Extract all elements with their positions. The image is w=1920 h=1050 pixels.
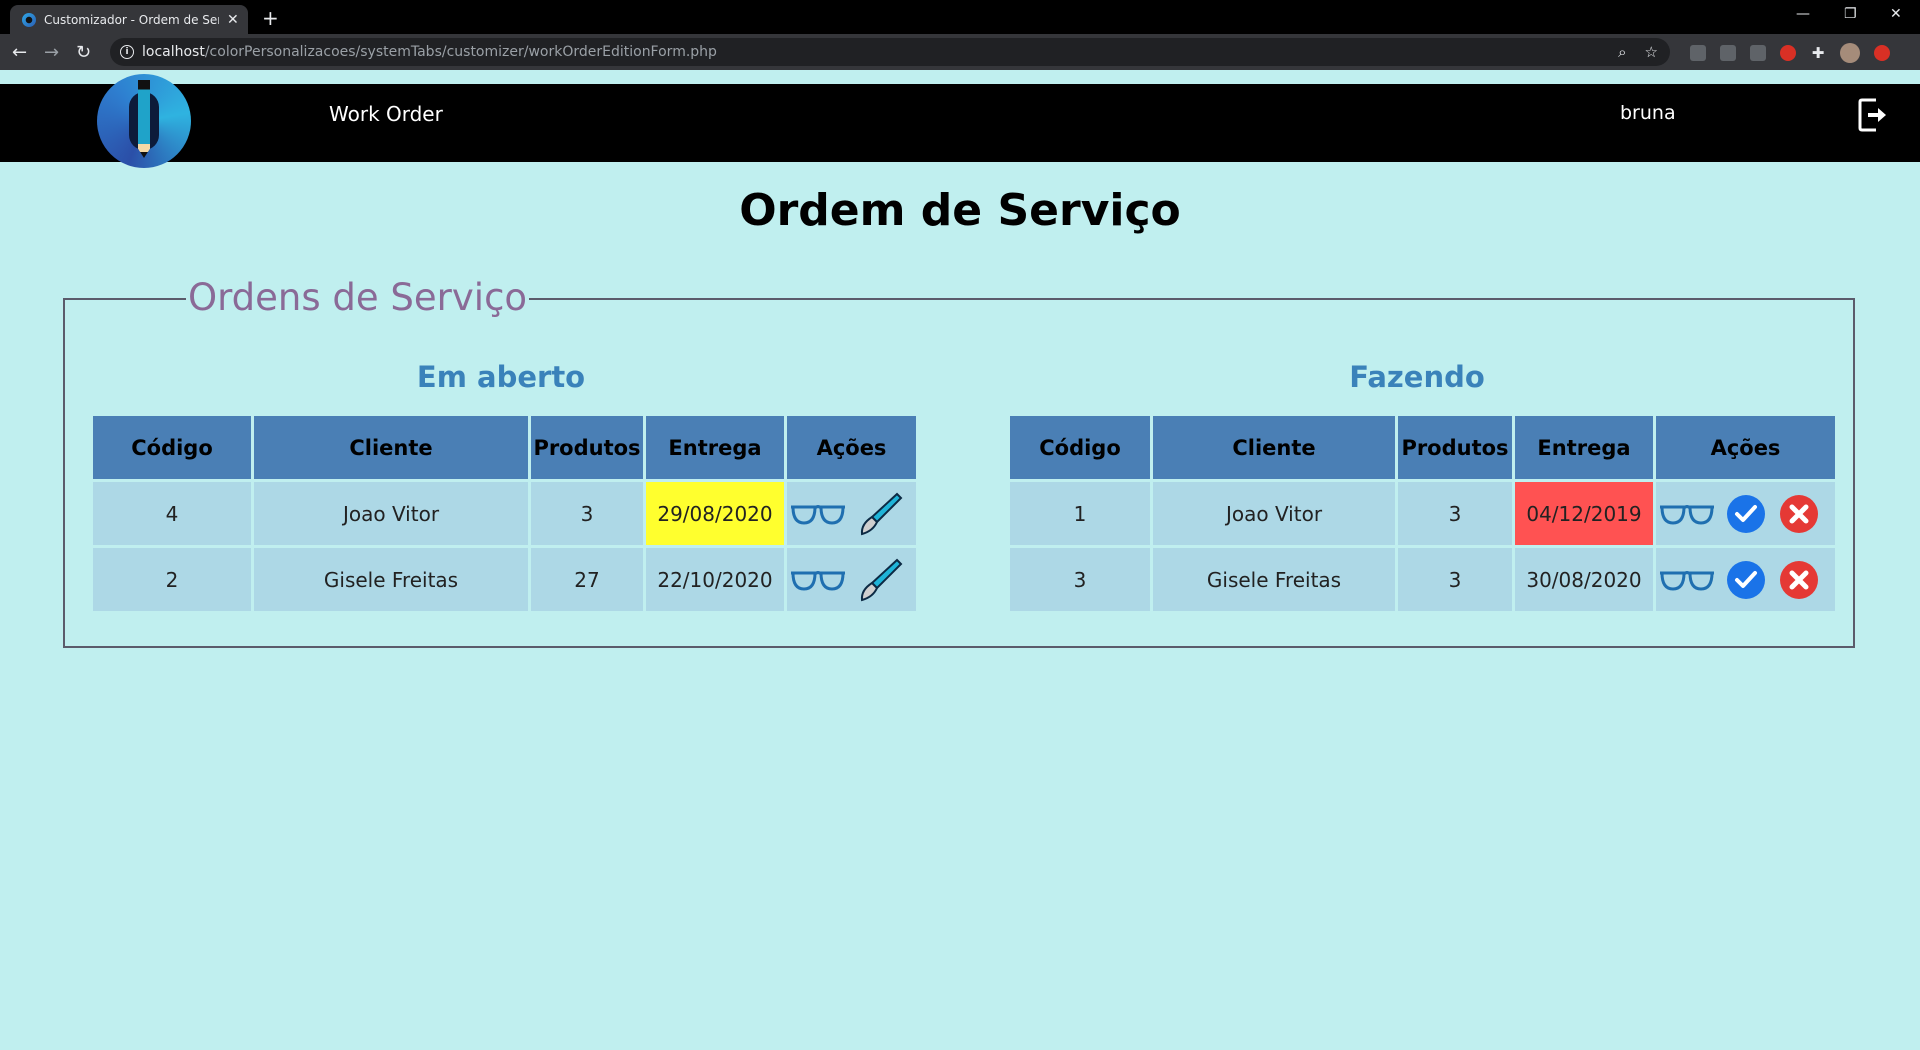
extension-shield-icon[interactable] xyxy=(1690,45,1706,61)
browser-tab[interactable]: Customizador - Ordem de Serviço ✕ xyxy=(10,5,248,34)
close-tab-icon[interactable]: ✕ xyxy=(227,12,239,28)
cell-actions xyxy=(1656,482,1835,545)
column-header-products: Produtos xyxy=(1398,416,1512,479)
url-path: /colorPersonalizacoes/systemTabs/customi… xyxy=(204,44,717,60)
reload-icon[interactable]: ↻ xyxy=(76,42,91,63)
table-row: 3 Gisele Freitas 3 30/08/2020 xyxy=(1010,548,1835,611)
cell-client: Joao Vitor xyxy=(1153,482,1395,545)
close-window-icon[interactable]: ✕ xyxy=(1890,6,1902,22)
edit-brush-icon[interactable] xyxy=(857,491,903,537)
column-header-client: Cliente xyxy=(254,416,528,479)
view-icon[interactable] xyxy=(1660,501,1714,527)
cell-code: 4 xyxy=(93,482,251,545)
view-icon[interactable] xyxy=(791,567,845,593)
column-header-delivery: Entrega xyxy=(1515,416,1653,479)
cell-code: 3 xyxy=(1010,548,1150,611)
restore-icon[interactable]: ❐ xyxy=(1844,6,1857,22)
minimize-icon[interactable]: — xyxy=(1796,6,1810,22)
browser-tab-bar: Customizador - Ordem de Serviço ✕ + — ❐ … xyxy=(0,0,1920,34)
doing-orders-table: Código Cliente Produtos Entrega Ações 1 … xyxy=(1007,413,1838,614)
app-title[interactable]: Work Order xyxy=(329,102,443,126)
extension-recycle-icon[interactable] xyxy=(1750,45,1766,61)
cell-actions xyxy=(787,482,916,545)
user-name: bruna xyxy=(1620,102,1676,124)
browser-toolbar: ← → ↻ i localhost /colorPersonalizacoes/… xyxy=(0,34,1920,70)
column-header-products: Produtos xyxy=(531,416,643,479)
doing-orders-title: Fazendo xyxy=(1349,360,1485,394)
cancel-x-icon[interactable] xyxy=(1779,560,1819,600)
complete-check-icon[interactable] xyxy=(1726,560,1766,600)
info-icon[interactable]: i xyxy=(120,45,134,59)
extensions-area: ✚ xyxy=(1690,43,1890,63)
favicon-icon xyxy=(22,12,36,27)
cell-products: 27 xyxy=(531,548,643,611)
column-header-code: Código xyxy=(93,416,251,479)
column-header-delivery: Entrega xyxy=(646,416,784,479)
cell-delivery: 04/12/2019 xyxy=(1515,482,1653,545)
cell-actions xyxy=(1656,548,1835,611)
cell-client: Gisele Freitas xyxy=(1153,548,1395,611)
zoom-icon[interactable]: ⌕ xyxy=(1618,43,1626,61)
cell-delivery: 22/10/2020 xyxy=(646,548,784,611)
cell-code: 2 xyxy=(93,548,251,611)
logout-icon[interactable] xyxy=(1858,98,1888,132)
cell-client: Joao Vitor xyxy=(254,482,528,545)
cancel-x-icon[interactable] xyxy=(1779,494,1819,534)
cell-client: Gisele Freitas xyxy=(254,548,528,611)
url-host: localhost xyxy=(142,44,205,60)
page-title: Ordem de Serviço xyxy=(739,185,1181,236)
cell-products: 3 xyxy=(1398,548,1512,611)
update-icon[interactable] xyxy=(1874,45,1890,61)
column-header-client: Cliente xyxy=(1153,416,1395,479)
extension-red-icon[interactable] xyxy=(1780,45,1796,61)
extension-video-icon[interactable] xyxy=(1720,45,1736,61)
table-header-row: Código Cliente Produtos Entrega Ações xyxy=(93,416,916,479)
view-icon[interactable] xyxy=(1660,567,1714,593)
bookmark-star-icon[interactable]: ☆ xyxy=(1645,43,1658,61)
column-header-actions: Ações xyxy=(787,416,916,479)
cell-actions xyxy=(787,548,916,611)
table-row: 2 Gisele Freitas 27 22/10/2020 xyxy=(93,548,916,611)
view-icon[interactable] xyxy=(791,501,845,527)
table-header-row: Código Cliente Produtos Entrega Ações xyxy=(1010,416,1835,479)
column-header-code: Código xyxy=(1010,416,1150,479)
cell-products: 3 xyxy=(1398,482,1512,545)
cell-delivery: 29/08/2020 xyxy=(646,482,784,545)
app-logo[interactable] xyxy=(97,74,191,168)
back-icon[interactable]: ← xyxy=(12,42,27,63)
open-orders-table: Código Cliente Produtos Entrega Ações 4 … xyxy=(90,413,919,614)
extensions-puzzle-icon[interactable]: ✚ xyxy=(1810,45,1826,61)
cell-code: 1 xyxy=(1010,482,1150,545)
complete-check-icon[interactable] xyxy=(1726,494,1766,534)
edit-brush-icon[interactable] xyxy=(857,557,903,603)
open-orders-title: Em aberto xyxy=(416,360,586,394)
profile-avatar[interactable] xyxy=(1840,43,1860,63)
cell-products: 3 xyxy=(531,482,643,545)
cell-delivery: 30/08/2020 xyxy=(1515,548,1653,611)
new-tab-icon[interactable]: + xyxy=(262,6,279,30)
table-row: 4 Joao Vitor 3 29/08/2020 xyxy=(93,482,916,545)
table-row: 1 Joao Vitor 3 04/12/2019 xyxy=(1010,482,1835,545)
address-bar[interactable]: i localhost /colorPersonalizacoes/system… xyxy=(110,38,1670,66)
fieldset-legend: Ordens de Serviço xyxy=(186,276,530,319)
column-header-actions: Ações xyxy=(1656,416,1835,479)
browser-tab-title: Customizador - Ordem de Serviço xyxy=(44,12,219,27)
pencil-icon xyxy=(138,80,150,158)
forward-icon[interactable]: → xyxy=(44,42,59,63)
